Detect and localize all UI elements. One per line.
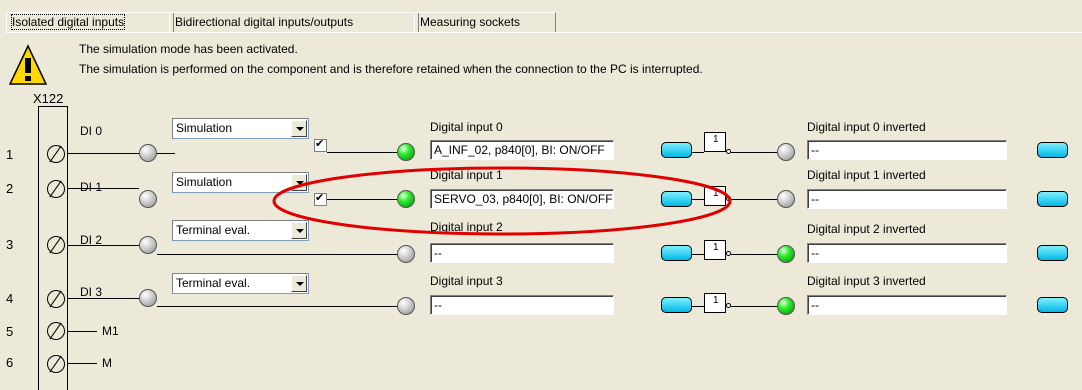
wire	[692, 306, 704, 307]
terminal-screw-icon	[47, 145, 65, 163]
connector-left-rail	[38, 106, 39, 390]
connect-signal-button[interactable]	[661, 245, 692, 261]
chevron-down-icon[interactable]	[291, 120, 307, 137]
signal-led	[397, 245, 415, 263]
wire	[67, 331, 97, 332]
terminal-number-5: 5	[6, 324, 14, 339]
not-gate: 1	[704, 132, 726, 152]
input-state-led	[139, 144, 157, 162]
not-gate: 1	[704, 240, 726, 260]
terminal-screw-icon	[47, 180, 65, 198]
terminal-screw-icon	[47, 355, 65, 373]
inverted-signal-label: Digital input 3 inverted	[807, 274, 926, 288]
inverted-signal-label: Digital input 0 inverted	[807, 120, 926, 134]
wire	[67, 188, 139, 189]
terminal-number-1: 1	[6, 147, 14, 162]
connect-inverted-signal-button[interactable]	[1037, 142, 1068, 158]
wire	[67, 298, 139, 299]
terminal-screw-icon	[47, 322, 65, 340]
di-label: DI 0	[80, 124, 103, 138]
input-state-led	[139, 236, 157, 254]
terminal-m1-label: M1	[102, 324, 119, 338]
wire	[692, 152, 704, 153]
inverted-signal-led	[777, 245, 795, 263]
wire	[67, 363, 97, 364]
not-gate: 1	[704, 293, 726, 313]
inverted-value-field[interactable]: --	[807, 140, 1007, 160]
terminal-m-label: M	[102, 356, 112, 370]
connect-inverted-signal-button[interactable]	[1037, 245, 1068, 261]
tab-measuring-sockets[interactable]: Measuring sockets	[414, 12, 556, 32]
wire	[157, 254, 397, 255]
terminal-screw-icon	[47, 236, 65, 254]
signal-led	[397, 297, 415, 315]
connector-top-edge	[38, 106, 68, 107]
simulation-checkbox[interactable]	[314, 137, 327, 152]
warning-icon	[8, 44, 48, 85]
wire	[731, 254, 777, 255]
connector-right-rail	[67, 106, 68, 390]
terminal-number-3: 3	[6, 237, 14, 252]
di-label: DI 1	[80, 180, 103, 194]
mode-select[interactable]: Terminal eval.	[172, 273, 309, 294]
signal-value-field[interactable]: A_INF_02, p840[0], BI: ON/OFF	[430, 140, 614, 160]
connect-signal-button[interactable]	[661, 142, 692, 158]
wire	[327, 152, 397, 153]
wire	[692, 254, 704, 255]
signal-led	[397, 143, 415, 161]
tab-isolated-digital-inputs[interactable]: Isolated digital inputs	[6, 12, 174, 32]
tab-panel-border	[6, 32, 1082, 33]
connect-inverted-signal-button[interactable]	[1037, 297, 1068, 313]
wire	[67, 153, 139, 154]
di-label: DI 3	[80, 285, 103, 299]
inverted-signal-label: Digital input 1 inverted	[807, 168, 926, 182]
terminal-number-6: 6	[6, 355, 14, 370]
inverted-signal-led	[777, 297, 795, 315]
inverted-value-field[interactable]: --	[807, 189, 1007, 209]
signal-label: Digital input 3	[430, 274, 503, 288]
connector-name: X122	[33, 91, 64, 106]
terminal-number-4: 4	[6, 291, 14, 306]
signal-label: Digital input 0	[430, 120, 503, 134]
chevron-down-icon[interactable]	[291, 275, 307, 292]
wire	[67, 245, 139, 246]
terminal-number-2: 2	[6, 181, 14, 196]
simulation-retained-message: The simulation is performed on the compo…	[79, 62, 703, 76]
wire	[157, 306, 397, 307]
connect-signal-button[interactable]	[661, 297, 692, 313]
inverted-signal-label: Digital input 2 inverted	[807, 222, 926, 236]
terminal-screw-icon	[47, 290, 65, 308]
tab-bidirectional-io[interactable]: Bidirectional digital inputs/outputs	[169, 12, 419, 32]
signal-value-field[interactable]: --	[430, 243, 614, 263]
simulation-active-message: The simulation mode has been activated.	[79, 42, 298, 56]
inverted-signal-led	[777, 143, 795, 161]
mode-select[interactable]: Simulation	[172, 118, 309, 139]
inverted-value-field[interactable]: --	[807, 295, 1007, 315]
inverted-value-field[interactable]: --	[807, 243, 1007, 263]
highlight-ellipse	[272, 166, 732, 236]
inverted-signal-led	[777, 190, 795, 208]
input-state-led	[139, 289, 157, 307]
wire	[157, 153, 175, 154]
wire	[731, 306, 777, 307]
connect-inverted-signal-button[interactable]	[1037, 191, 1068, 207]
signal-value-field[interactable]: --	[430, 295, 614, 315]
wire	[731, 152, 777, 153]
input-state-led	[139, 190, 157, 208]
